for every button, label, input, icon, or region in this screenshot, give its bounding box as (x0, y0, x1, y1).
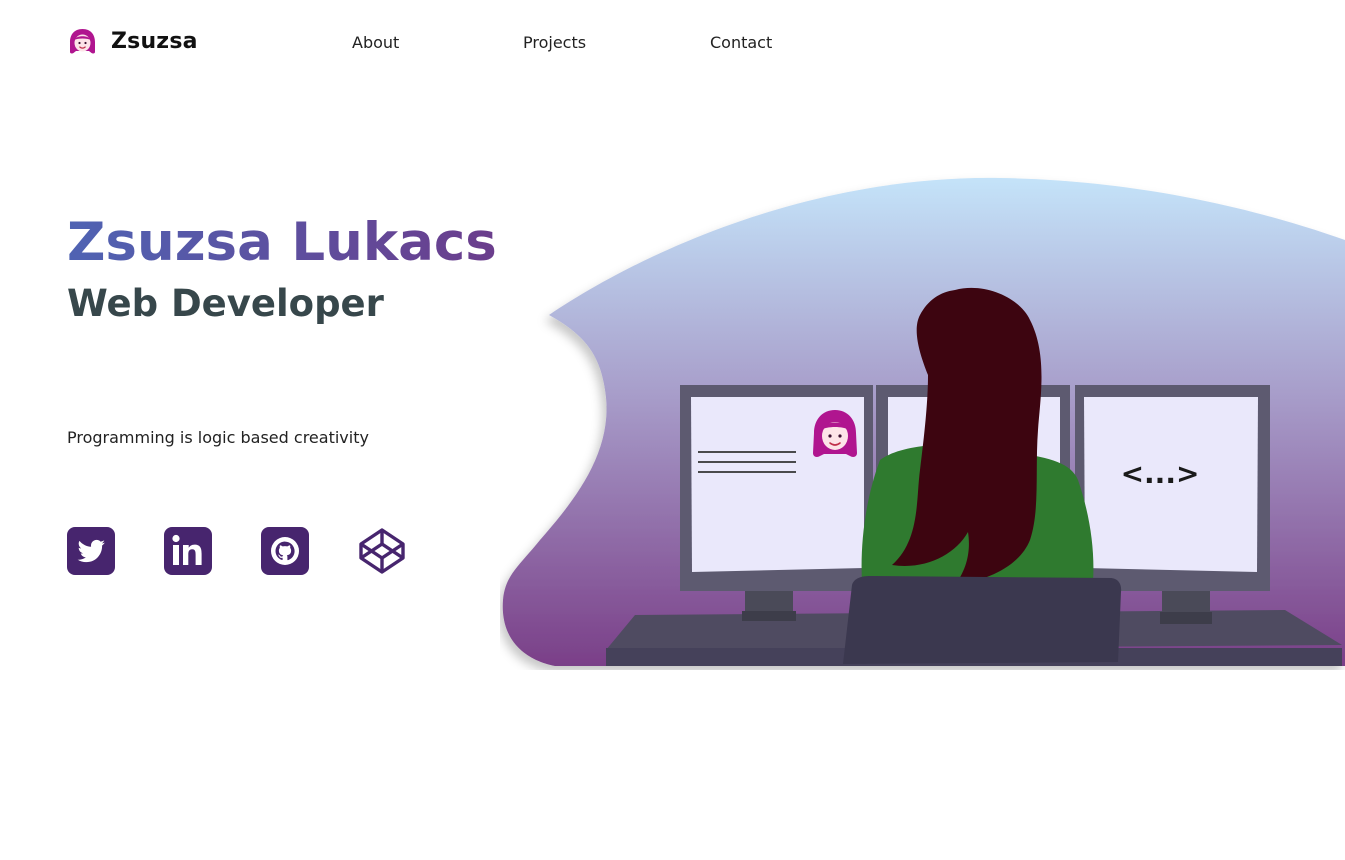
nav-link-about[interactable]: About (352, 33, 399, 52)
nav-link-projects[interactable]: Projects (523, 33, 586, 52)
nav-link-contact[interactable]: Contact (710, 33, 772, 52)
hero-role: Web Developer (67, 282, 384, 325)
linkedin-link[interactable] (164, 527, 212, 575)
woman-face-icon (813, 410, 857, 457)
brand-name: Zsuzsa (111, 29, 198, 54)
woman-face-icon (67, 28, 98, 55)
monitor-code-text: <...> (1121, 457, 1200, 490)
github-link[interactable] (261, 527, 309, 575)
codepen-icon (358, 527, 406, 575)
page: Zsuzsa About Projects Contact Zsuzsa Luk… (0, 0, 1345, 860)
linkedin-icon (164, 527, 212, 575)
twitter-icon (67, 527, 115, 575)
hero-name: Zsuzsa Lukacs (67, 212, 497, 273)
monitor-right: <...> (1075, 385, 1270, 591)
codepen-link[interactable] (358, 527, 406, 575)
monitor-left (680, 385, 873, 591)
twitter-link[interactable] (67, 527, 115, 575)
hero-illustration: <...> (500, 170, 1345, 670)
hero-tagline: Programming is logic based creativity (67, 428, 369, 447)
brand-logo[interactable]: Zsuzsa (67, 28, 198, 55)
github-icon (261, 527, 309, 575)
